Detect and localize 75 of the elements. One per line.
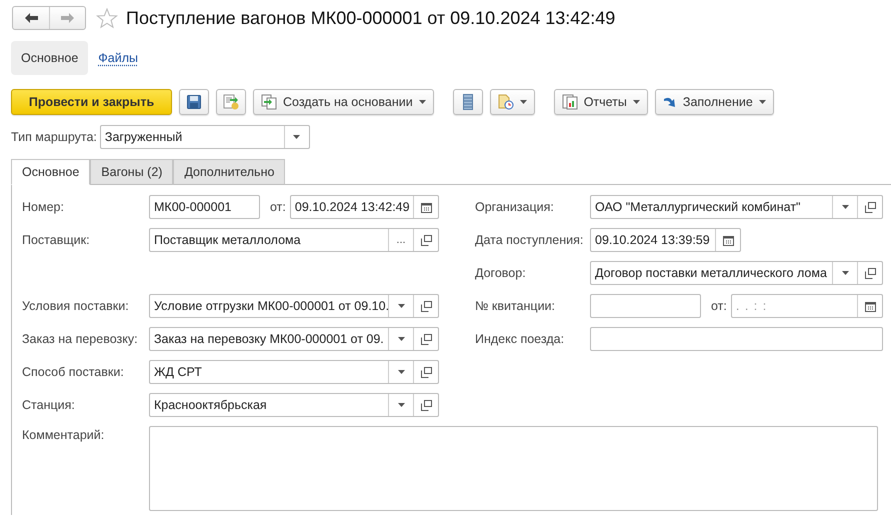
calendar-icon bbox=[864, 300, 876, 312]
tab[interactable]: Вагоны (2) bbox=[90, 159, 174, 185]
caret-icon bbox=[632, 100, 640, 104]
create-based-on-button[interactable]: Создать на основании bbox=[253, 89, 434, 115]
comment-field[interactable] bbox=[149, 426, 878, 511]
back-arrow-icon bbox=[24, 13, 38, 23]
section-tab[interactable]: Основное bbox=[11, 41, 88, 75]
text-field[interactable] bbox=[590, 327, 883, 351]
select-button[interactable]: ... bbox=[388, 229, 413, 251]
document-clock-icon bbox=[498, 94, 514, 110]
select-field[interactable]: Условие отгрузки МК00-000001 от 09.10. bbox=[149, 294, 439, 318]
open-window-icon bbox=[864, 268, 876, 278]
caret-icon bbox=[398, 370, 404, 374]
field-label: Индекс поезда: bbox=[475, 332, 566, 346]
documents-icon bbox=[261, 94, 277, 110]
select-field[interactable]: Заказ на перевозку МК00-000001 от 09. bbox=[149, 327, 439, 351]
select-field[interactable]: Краснооктябрьская bbox=[149, 393, 439, 417]
window-title: Поступление вагонов МК00-000001 от 09.10.2024 13:42:49 bbox=[126, 8, 616, 28]
field-label: Комментарий: bbox=[22, 427, 106, 444]
open-window-icon bbox=[420, 400, 432, 410]
field-label: Номер: bbox=[22, 200, 65, 214]
date-field[interactable]: 09.10.2024 13:39:59 bbox=[590, 228, 741, 252]
caret-icon bbox=[842, 271, 848, 275]
reports-button[interactable]: Отчеты bbox=[554, 89, 648, 115]
report-chart-icon bbox=[562, 94, 578, 110]
history-button[interactable] bbox=[490, 89, 535, 115]
field-label: Станция: bbox=[22, 398, 76, 412]
caret-icon bbox=[398, 337, 404, 341]
field-label: Тип маршрута: bbox=[11, 130, 97, 144]
select-field[interactable]: Договор поставки металлического лома bbox=[590, 261, 883, 285]
field-label: от: bbox=[711, 299, 727, 313]
field-label: Способ поставки: bbox=[22, 365, 125, 379]
open-window-icon bbox=[420, 300, 432, 312]
text-field[interactable]: МК00-000001 bbox=[149, 195, 260, 219]
open-window-icon bbox=[420, 334, 432, 344]
caret-icon bbox=[418, 100, 426, 104]
list-icon bbox=[462, 94, 473, 110]
select-field[interactable]: ЖД СРТ bbox=[149, 360, 439, 384]
caret-icon bbox=[398, 403, 404, 407]
field-label: Договор: bbox=[475, 266, 527, 280]
calendar-icon bbox=[722, 234, 734, 246]
fill-button[interactable]: Заполнение bbox=[654, 89, 774, 115]
open-window-icon bbox=[864, 202, 876, 212]
field-label: Заказ на перевозку: bbox=[22, 332, 139, 346]
forward-arrow-icon bbox=[61, 13, 74, 23]
save-button[interactable] bbox=[179, 89, 209, 115]
open-window-icon bbox=[420, 366, 432, 378]
star-icon[interactable] bbox=[96, 8, 118, 28]
caret-icon bbox=[842, 205, 848, 209]
caret-icon bbox=[293, 135, 300, 139]
floppy-icon bbox=[187, 95, 201, 109]
curved-arrow-icon bbox=[662, 96, 677, 108]
select-field[interactable]: ОАО "Металлургический комбинат" bbox=[590, 195, 883, 219]
field-label: Организация: bbox=[475, 200, 555, 214]
caret-icon bbox=[520, 100, 527, 104]
caret-icon bbox=[758, 100, 766, 104]
field-label: Условия поставки: bbox=[22, 299, 130, 313]
list-button[interactable] bbox=[452, 89, 483, 115]
post-and-close-button[interactable]: Провести и закрыть bbox=[11, 89, 172, 115]
date-field[interactable]: 09.10.2024 13:42:49 bbox=[290, 195, 439, 219]
caret-icon bbox=[398, 304, 404, 308]
field-label: Поставщик: bbox=[22, 233, 91, 247]
document-arrow-icon bbox=[223, 94, 239, 110]
field-label: Дата поступления: bbox=[475, 233, 584, 247]
open-window-icon bbox=[420, 234, 432, 246]
choice-field[interactable]: Поставщик металлолома ... bbox=[149, 228, 439, 252]
tab[interactable]: Основное bbox=[11, 159, 90, 185]
post-button[interactable] bbox=[216, 89, 246, 115]
section-tab[interactable]: Файлы bbox=[88, 41, 148, 75]
tab[interactable]: Дополнительно bbox=[173, 159, 286, 185]
select-field[interactable]: Загруженный bbox=[100, 125, 310, 149]
field-label: от: bbox=[270, 200, 286, 214]
field-label: № квитанции: bbox=[475, 299, 556, 313]
text-field[interactable] bbox=[590, 294, 701, 318]
calendar-icon bbox=[420, 202, 432, 212]
